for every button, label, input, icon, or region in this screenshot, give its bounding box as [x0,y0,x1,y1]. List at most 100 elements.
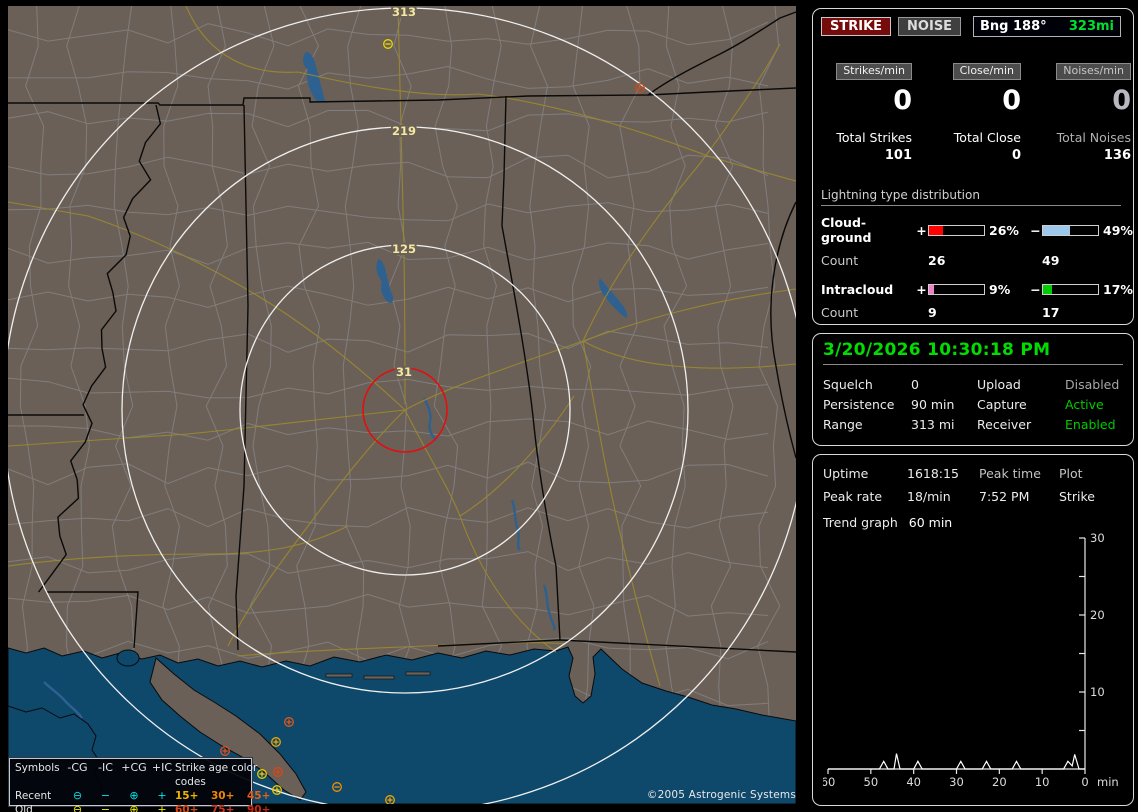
squelch-value: 0 [911,377,919,392]
svg-text:60: 60 [823,775,835,789]
strike-tab[interactable]: STRIKE [821,17,892,36]
bar-fill [929,285,934,294]
receiver-label: Receiver [977,417,1032,432]
recent-pos-cg-icon: ⊕ [129,789,139,802]
ring-label-313: 313 [392,6,416,19]
svg-text:min: min [1097,775,1119,789]
noises-per-min-value: 0 [1112,85,1131,116]
datetime-display: 3/20/2026 10:30:18 PM [823,340,1051,360]
uptime-label: Uptime [823,466,869,481]
svg-text:20: 20 [992,775,1007,789]
trend-graph-label: Trend graph [823,515,898,530]
recent-neg-ic-icon: − [100,789,111,802]
cg-negative-bar [1042,224,1099,236]
legend-age-title: Strike age color codes [175,762,258,788]
strikes-per-min-chip: Strikes/min [836,63,912,80]
bearing-value: Bng 188° [980,19,1047,34]
minus-sign: − [1030,222,1041,238]
legend-col-neg-cg: -CG [67,761,88,774]
cg-negative-count: 49 [1042,253,1060,268]
legend-col-pos-ic: +IC [151,761,173,774]
svg-text:10: 10 [1090,685,1105,699]
bar-fill [929,225,944,235]
legend-recent-label: Recent [15,790,52,802]
barrier-island [325,673,353,678]
cg-positive-pct: 26% [989,222,1019,238]
total-strikes-value: 101 [884,148,912,163]
total-close-label: Total Close [953,130,1021,145]
svg-text:40: 40 [906,775,921,789]
legend-symbols-label: Symbols [15,762,60,774]
noise-tab[interactable]: NOISE [898,17,962,36]
map-legend: Symbols -CG -IC +CG +IC Strike age color… [9,758,270,812]
trend-series-strikes-per-min [828,753,1085,770]
nexstorm-window: 313 219 125 31 Symbols -CG -IC +CG +IC Stri… [0,0,1138,812]
lake [116,649,140,667]
plus-sign: + [916,222,927,238]
total-noises-label: Total Noises [1056,130,1131,145]
cloud-ground-label: Cloud-ground [821,215,872,245]
peak-time-value: 7:52 PM [979,489,1030,504]
persistence-label: Persistence [823,397,895,412]
total-strikes-label: Total Strikes [836,130,912,145]
map-canvas: 313 219 125 31 [8,6,796,804]
age-60: 60+ [175,804,199,812]
distance-value: 323mi [1068,19,1114,34]
ic-positive-count: 9 [928,305,937,320]
legend-col-neg-ic: -IC [98,761,113,774]
ring-label-125: 125 [392,242,416,256]
old-neg-cg-icon: ⊖ [72,803,83,812]
receiver-status: Enabled [1065,417,1116,432]
age-45: 45+ [247,790,271,802]
stats-panel: Uptime 1618:15 Peak time Plot Peak rate … [812,454,1134,806]
bearing-display: Bng 188° 323mi [973,16,1121,37]
intracloud-label: Intracloud [821,282,894,297]
capture-label: Capture [977,397,1027,412]
copyright-text: ©2005 Astrogenic Systems [646,789,796,801]
minus-sign: − [1030,282,1041,297]
bar-fill [1043,225,1070,235]
old-neg-ic-icon: − [100,803,111,812]
plus-sign: + [916,282,927,297]
strikes-per-min-value: 0 [893,85,912,116]
legend-old-label: Old [15,804,33,812]
legend-col-pos-cg: +CG [121,761,147,774]
barrier-island [363,675,395,680]
strike-panel: STRIKE NOISE Bng 188° 323mi Strikes/min … [812,8,1134,325]
range-label: Range [823,417,863,432]
age-15: 15+ [175,790,199,802]
range-value: 313 mi [911,417,955,432]
strike-map[interactable]: 313 219 125 31 Symbols -CG -IC +CG +IC Stri… [8,6,796,812]
ic-negative-pct: 17% [1103,282,1133,297]
upload-status: Disabled [1065,377,1120,392]
cg-count-label: Count [821,253,859,268]
ic-positive-bar [928,284,985,295]
capture-status: Active [1065,397,1104,412]
recent-pos-ic-icon: + [157,789,167,802]
status-panel: 3/20/2026 10:30:18 PM Squelch 0 Upload D… [812,333,1134,446]
noises-per-min-chip: Noises/min [1056,63,1131,80]
sidebar: STRIKE NOISE Bng 188° 323mi Strikes/min … [812,0,1134,812]
age-75: 75+ [211,804,235,812]
plot-value: Strike [1059,489,1095,504]
svg-text:10: 10 [1035,775,1050,789]
svg-text:0: 0 [1081,775,1088,789]
peak-rate-value: 18/min [907,489,951,504]
ic-negative-count: 17 [1042,305,1060,320]
ic-negative-bar [1042,284,1099,295]
total-close-value: 0 [1011,148,1021,163]
barrier-island [405,671,431,676]
uptime-value: 1618:15 [907,466,959,481]
svg-text:30: 30 [949,775,964,789]
recent-neg-cg-icon: ⊖ [72,789,83,802]
cg-positive-bar [928,224,985,236]
distribution-title: Lightning type distribution [821,188,1121,206]
age-30: 30+ [211,790,235,802]
ring-label-31: 31 [396,365,412,379]
ic-count-label: Count [821,305,859,320]
total-noises-value: 136 [1103,148,1131,163]
peak-rate-label: Peak rate [823,489,883,504]
ic-positive-pct: 9% [989,282,1011,297]
bar-fill [1043,285,1053,294]
cg-positive-count: 26 [928,253,946,268]
